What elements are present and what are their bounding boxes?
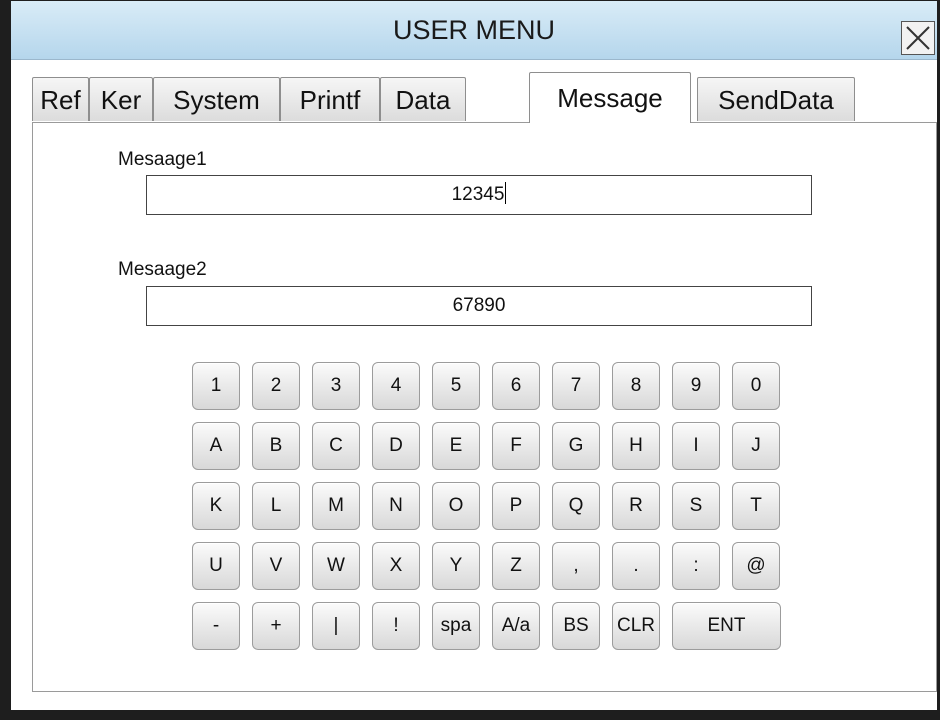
- message1-input[interactable]: 12345: [146, 175, 812, 215]
- key-at[interactable]: @: [732, 542, 780, 590]
- key-period[interactable]: .: [612, 542, 660, 590]
- message2-value: 67890: [452, 295, 506, 316]
- key-9[interactable]: 9: [672, 362, 720, 410]
- key-u[interactable]: U: [192, 542, 240, 590]
- key-ent[interactable]: ENT: [672, 602, 781, 650]
- title-bar: USER MENU: [11, 1, 937, 60]
- tab-senddata[interactable]: SendData: [697, 77, 855, 121]
- window-title: USER MENU: [392, 15, 555, 45]
- text-caret: [505, 182, 507, 204]
- message1-value: 12345: [451, 184, 505, 205]
- key-c[interactable]: C: [312, 422, 360, 470]
- key-r[interactable]: R: [612, 482, 660, 530]
- key-d[interactable]: D: [372, 422, 420, 470]
- close-icon: [906, 26, 930, 50]
- key-colon[interactable]: :: [672, 542, 720, 590]
- key-aslasha[interactable]: A/a: [492, 602, 540, 650]
- key-b[interactable]: B: [252, 422, 300, 470]
- user-menu-window: USER MENU Ref Ker System Printf Data Mes…: [0, 0, 940, 720]
- key-t[interactable]: T: [732, 482, 780, 530]
- key-z[interactable]: Z: [492, 542, 540, 590]
- key-e[interactable]: E: [432, 422, 480, 470]
- key-h[interactable]: H: [612, 422, 660, 470]
- key-f[interactable]: F: [492, 422, 540, 470]
- key-spa[interactable]: spa: [432, 602, 480, 650]
- close-button[interactable]: [901, 21, 935, 55]
- key-bs[interactable]: BS: [552, 602, 600, 650]
- key-o[interactable]: O: [432, 482, 480, 530]
- tab-message[interactable]: Message: [529, 72, 691, 123]
- message2-input[interactable]: 67890: [146, 286, 812, 326]
- key-6[interactable]: 6: [492, 362, 540, 410]
- tab-system[interactable]: System: [153, 77, 280, 121]
- key-4[interactable]: 4: [372, 362, 420, 410]
- key-n[interactable]: N: [372, 482, 420, 530]
- key-clr[interactable]: CLR: [612, 602, 660, 650]
- key-k[interactable]: K: [192, 482, 240, 530]
- key-v[interactable]: V: [252, 542, 300, 590]
- key-i[interactable]: I: [672, 422, 720, 470]
- key-2[interactable]: 2: [252, 362, 300, 410]
- message-panel: Mesaage1 12345 Mesaage2 67890 1234567890…: [32, 122, 937, 692]
- tab-data[interactable]: Data: [380, 77, 466, 121]
- key-x[interactable]: X: [372, 542, 420, 590]
- key-q[interactable]: Q: [552, 482, 600, 530]
- key-pipe[interactable]: |: [312, 602, 360, 650]
- message2-label: Mesaage2: [118, 259, 207, 280]
- key-j[interactable]: J: [732, 422, 780, 470]
- key-plus[interactable]: +: [252, 602, 300, 650]
- key-y[interactable]: Y: [432, 542, 480, 590]
- key-m[interactable]: M: [312, 482, 360, 530]
- message1-label: Mesaage1: [118, 149, 207, 170]
- key-8[interactable]: 8: [612, 362, 660, 410]
- key-comma[interactable]: ,: [552, 542, 600, 590]
- key-7[interactable]: 7: [552, 362, 600, 410]
- key-g[interactable]: G: [552, 422, 600, 470]
- key-p[interactable]: P: [492, 482, 540, 530]
- key-5[interactable]: 5: [432, 362, 480, 410]
- key-1[interactable]: 1: [192, 362, 240, 410]
- key-l[interactable]: L: [252, 482, 300, 530]
- key-3[interactable]: 3: [312, 362, 360, 410]
- key-a[interactable]: A: [192, 422, 240, 470]
- key-s[interactable]: S: [672, 482, 720, 530]
- key-w[interactable]: W: [312, 542, 360, 590]
- key-minus[interactable]: -: [192, 602, 240, 650]
- tab-ker[interactable]: Ker: [89, 77, 153, 121]
- key-0[interactable]: 0: [732, 362, 780, 410]
- tab-printf[interactable]: Printf: [280, 77, 380, 121]
- key-exclaim[interactable]: !: [372, 602, 420, 650]
- tab-ref[interactable]: Ref: [32, 77, 89, 121]
